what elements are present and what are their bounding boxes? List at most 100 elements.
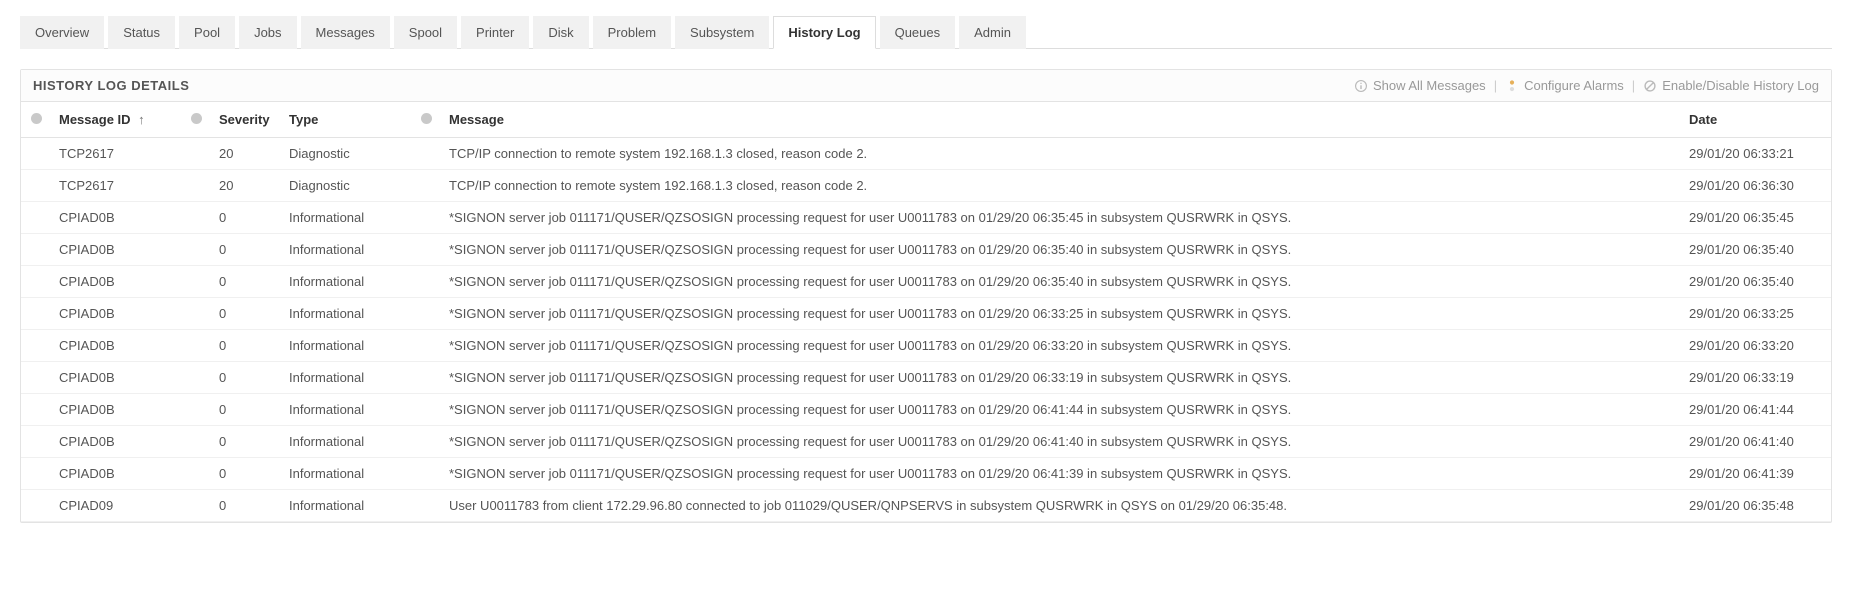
cell-type: Informational (281, 426, 411, 458)
row-indicator (411, 394, 441, 426)
cell-message: *SIGNON server job 011171/QUSER/QZSOSIGN… (441, 266, 1681, 298)
cell-severity: 0 (211, 202, 281, 234)
header-date[interactable]: Date (1681, 102, 1831, 138)
row-indicator (411, 298, 441, 330)
row-indicator (411, 458, 441, 490)
cell-type: Informational (281, 202, 411, 234)
cell-message-id: CPIAD0B (51, 202, 181, 234)
row-indicator (411, 426, 441, 458)
cell-severity: 20 (211, 138, 281, 170)
row-indicator (181, 458, 211, 490)
tab-problem[interactable]: Problem (593, 16, 671, 49)
row-indicator (411, 266, 441, 298)
row-indicator (411, 234, 441, 266)
header-message[interactable]: Message (441, 102, 1681, 138)
show-all-messages-label: Show All Messages (1373, 78, 1486, 93)
table-row[interactable]: CPIAD0B0Informational*SIGNON server job … (21, 426, 1831, 458)
cell-date: 29/01/20 06:41:40 (1681, 426, 1831, 458)
tab-history-log[interactable]: History Log (773, 16, 875, 49)
cell-date: 29/01/20 06:33:19 (1681, 362, 1831, 394)
row-indicator (21, 490, 51, 522)
table-row[interactable]: CPIAD0B0Informational*SIGNON server job … (21, 234, 1831, 266)
show-all-messages-link[interactable]: Show All Messages (1354, 78, 1486, 93)
cell-message: *SIGNON server job 011171/QUSER/QZSOSIGN… (441, 362, 1681, 394)
filter-dot-severity[interactable] (181, 102, 211, 138)
cell-date: 29/01/20 06:35:48 (1681, 490, 1831, 522)
table-row[interactable]: CPIAD0B0Informational*SIGNON server job … (21, 298, 1831, 330)
tab-messages[interactable]: Messages (301, 16, 390, 49)
tab-status[interactable]: Status (108, 16, 175, 49)
table-row[interactable]: CPIAD090InformationalUser U0011783 from … (21, 490, 1831, 522)
tab-bar: OverviewStatusPoolJobsMessagesSpoolPrint… (20, 15, 1832, 49)
cell-message: *SIGNON server job 011171/QUSER/QZSOSIGN… (441, 234, 1681, 266)
cell-message: User U0011783 from client 172.29.96.80 c… (441, 490, 1681, 522)
cell-severity: 0 (211, 266, 281, 298)
row-indicator (411, 330, 441, 362)
cell-severity: 0 (211, 330, 281, 362)
row-indicator (21, 138, 51, 170)
cell-message-id: CPIAD0B (51, 394, 181, 426)
header-type[interactable]: Type (281, 102, 411, 138)
table-header-row: Message ID ↑ Severity Type Message Date (21, 102, 1831, 138)
row-indicator (21, 362, 51, 394)
cell-date: 29/01/20 06:35:40 (1681, 234, 1831, 266)
tab-admin[interactable]: Admin (959, 16, 1026, 49)
row-indicator (181, 266, 211, 298)
table-row[interactable]: CPIAD0B 0Informational *SIGNON server job … (21, 202, 1831, 234)
panel-title: HISTORY LOG DETAILS (33, 78, 189, 93)
header-severity[interactable]: Severity (211, 102, 281, 138)
tab-printer[interactable]: Printer (461, 16, 529, 49)
cell-message: *SIGNON server job 011171/QUSER/QZSOSIGN… (441, 330, 1681, 362)
header-message-id[interactable]: Message ID ↑ (51, 102, 181, 138)
cell-message: *SIGNON server job 011171/QUSER/QZSOSIGN… (441, 394, 1681, 426)
history-log-panel: HISTORY LOG DETAILS Show All Messages | (20, 69, 1832, 523)
cell-date: 29/01/20 06:33:21 (1681, 138, 1831, 170)
row-indicator (181, 490, 211, 522)
cell-message-id: CPIAD0B (51, 266, 181, 298)
tab-queues[interactable]: Queues (880, 16, 956, 49)
cell-severity: 0 (211, 458, 281, 490)
header-message-id-label: Message ID (59, 112, 131, 127)
row-indicator (181, 362, 211, 394)
panel-actions: Show All Messages | Configure Alarms | (1354, 78, 1819, 93)
tab-jobs[interactable]: Jobs (239, 16, 296, 49)
table-row[interactable]: CPIAD0B0Informational*SIGNON server job … (21, 362, 1831, 394)
tab-spool[interactable]: Spool (394, 16, 457, 49)
tab-disk[interactable]: Disk (533, 16, 588, 49)
row-indicator (181, 202, 211, 234)
block-icon (1643, 79, 1657, 93)
table-row[interactable]: TCP261720DiagnosticTCP/IP connection to … (21, 170, 1831, 202)
cell-message: TCP/IP connection to remote system 192.1… (441, 170, 1681, 202)
table-row[interactable]: CPIAD0B0Informational*SIGNON server job … (21, 266, 1831, 298)
cell-severity: 20 (211, 170, 281, 202)
table-row[interactable]: CPIAD0B0Informational*SIGNON server job … (21, 330, 1831, 362)
tab-overview[interactable]: Overview (20, 16, 104, 49)
cell-message-id: CPIAD0B (51, 458, 181, 490)
table-row[interactable]: TCP261720DiagnosticTCP/IP connection to … (21, 138, 1831, 170)
cell-message: TCP/IP connection to remote system 192.1… (441, 138, 1681, 170)
filter-dot-message[interactable] (411, 102, 441, 138)
cell-date: 29/01/20 06:33:25 (1681, 298, 1831, 330)
row-indicator (181, 330, 211, 362)
row-indicator (21, 330, 51, 362)
cell-message-id: CPIAD0B (51, 330, 181, 362)
tab-subsystem[interactable]: Subsystem (675, 16, 769, 49)
cell-type: Informational (281, 490, 411, 522)
cell-type: Informational (281, 298, 411, 330)
cell-date: 29/01/20 06:33:20 (1681, 330, 1831, 362)
table-row[interactable]: CPIAD0B0Informational*SIGNON server job … (21, 458, 1831, 490)
cell-date: 29/01/20 06:41:44 (1681, 394, 1831, 426)
cell-severity: 0 (211, 362, 281, 394)
cell-date: 29/01/20 06:36:30 (1681, 170, 1831, 202)
tab-pool[interactable]: Pool (179, 16, 235, 49)
cell-message-id: CPIAD0B (51, 234, 181, 266)
cell-message: *SIGNON server job 011171/QUSER/QZSOSIGN… (441, 202, 1681, 234)
row-indicator (21, 298, 51, 330)
filter-dot-message-id[interactable] (21, 102, 51, 138)
cell-date: 29/01/20 06:41:39 (1681, 458, 1831, 490)
enable-disable-link[interactable]: Enable/Disable History Log (1643, 78, 1819, 93)
configure-alarms-link[interactable]: Configure Alarms (1505, 78, 1624, 93)
history-log-table: Message ID ↑ Severity Type Message Date … (21, 102, 1831, 522)
table-row[interactable]: CPIAD0B0Informational*SIGNON server job … (21, 394, 1831, 426)
cell-severity: 0 (211, 234, 281, 266)
